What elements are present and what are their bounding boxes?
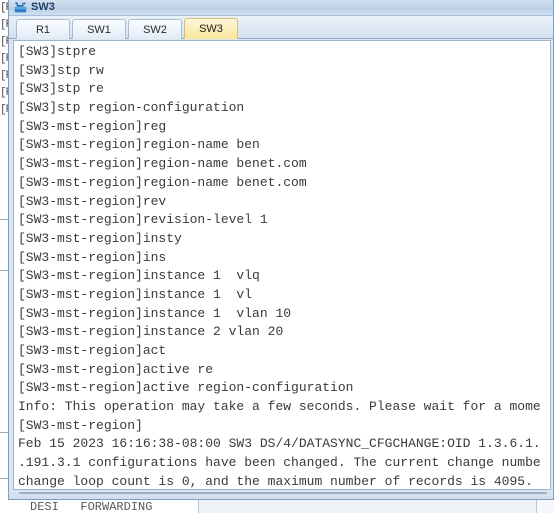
terminal-line: [SW3-mst-region]instance 1 vlan 10 bbox=[18, 305, 292, 321]
terminal-line: [SW3-mst-region]rev bbox=[18, 193, 167, 209]
terminal-line: [SW3-mst-region]revision-level 1 bbox=[18, 212, 268, 228]
tab-sw2[interactable]: SW2 bbox=[128, 19, 182, 39]
device-tab-strip: R1 SW1 SW2 SW3 bbox=[9, 16, 553, 39]
window-bottom-bar bbox=[9, 490, 553, 499]
terminal-line: [SW3-mst-region]region-name ben bbox=[18, 137, 260, 153]
terminal-output-area[interactable]: [SW3]stpre [SW3]stp rw [SW3]stp re [SW3]stp… bbox=[13, 40, 551, 490]
terminal-line: [SW3-mst-region]insty bbox=[18, 230, 182, 246]
terminal-line: [SW3-mst-region] bbox=[18, 417, 143, 433]
device-tab-list: R1 SW1 SW2 SW3 bbox=[16, 18, 240, 39]
terminal-line: [SW3-mst-region]active region-configurat… bbox=[18, 380, 354, 396]
tab-label: R1 bbox=[35, 23, 51, 36]
cli-window: SW3 R1 SW1 SW2 SW3 [SW3]stpre [SW3]stp rw… bbox=[8, 0, 554, 500]
terminal-line: [SW3]stp rw bbox=[18, 62, 104, 78]
background-bottom-text: DESI FORWARDING bbox=[30, 500, 153, 513]
tab-r1[interactable]: R1 bbox=[16, 19, 70, 39]
background-divider bbox=[0, 478, 8, 479]
terminal-line-list: [SW3]stpre [SW3]stp rw [SW3]stp re [SW3]stp… bbox=[18, 43, 550, 489]
terminal-line: Info: This operation may take a few seco… bbox=[18, 399, 541, 415]
terminal-line: [SW3-mst-region]region-name benet.com bbox=[18, 156, 307, 172]
tab-sw1[interactable]: SW1 bbox=[72, 19, 126, 39]
terminal-line: [SW3-mst-region]region-name benet.com bbox=[18, 174, 307, 190]
terminal-line: [SW3]stp region-configuration bbox=[18, 100, 245, 116]
window-title: SW3 bbox=[31, 1, 55, 13]
tab-sw3[interactable]: SW3 bbox=[184, 18, 238, 39]
tab-label: SW1 bbox=[87, 23, 111, 36]
terminal-line: [SW3-mst-region]act bbox=[18, 343, 167, 358]
terminal-line: [SW3-mst-region]ins bbox=[18, 249, 167, 265]
window-title-bar[interactable]: SW3 bbox=[9, 0, 553, 16]
switch-icon bbox=[14, 1, 27, 13]
background-divider bbox=[0, 219, 8, 220]
terminal-line: [SW3-mst-region]reg bbox=[18, 118, 167, 134]
terminal-line: Feb 15 2023 16:16:38-08:00 SW3 DS/4/DATA… bbox=[18, 436, 541, 452]
terminal-line: .191.3.1 configurations have been change… bbox=[18, 455, 541, 471]
terminal-line: [SW3-mst-region]instance 1 vlq bbox=[18, 268, 260, 284]
tab-label: SW2 bbox=[143, 23, 167, 36]
background-divider bbox=[0, 432, 8, 433]
terminal-line: [SW3]stp re bbox=[18, 81, 104, 97]
window-resize-grip[interactable] bbox=[19, 492, 547, 494]
terminal-line: [SW3-mst-region]instance 1 vl bbox=[18, 286, 253, 302]
terminal-line: [SW3]stpre bbox=[18, 44, 97, 59]
terminal-line: [SW3-mst-region]active re bbox=[18, 361, 214, 377]
tab-label: SW3 bbox=[199, 23, 223, 35]
background-divider bbox=[0, 270, 8, 271]
terminal-line: [SW3-mst-region]instance 2 vlan 20 bbox=[18, 324, 284, 340]
terminal-line: change loop count is 0, and the maximum … bbox=[18, 473, 533, 489]
